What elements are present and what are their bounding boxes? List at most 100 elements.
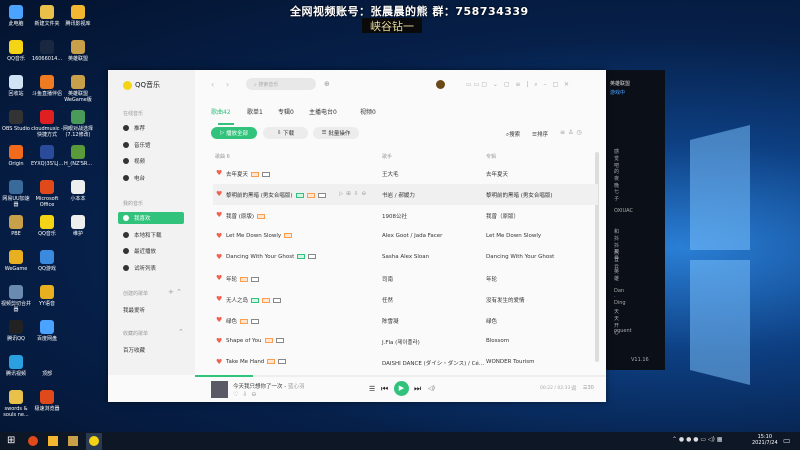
friend-item[interactable]: 感觉吧 (614, 148, 619, 169)
sort-button[interactable]: ☰排序 (532, 130, 548, 138)
desktop-icon[interactable]: swords & souls ne... (0, 390, 32, 418)
qq-music-taskbar-icon[interactable] (86, 433, 102, 450)
tray-icons[interactable]: ⌃ ● ● ● ▭ ◁) ▦ (672, 436, 722, 443)
desktop-icon[interactable]: 顶部 (31, 355, 63, 377)
mv-badge-icon[interactable] (251, 277, 260, 282)
sidebar-item[interactable]: 音乐馆 (118, 139, 184, 151)
friend-item[interactable]: 买号 (614, 248, 619, 262)
album-cell[interactable]: WONDER Tourism (486, 359, 534, 365)
desktop-icon[interactable]: H_(NZ'SR... (62, 145, 94, 167)
friend-item[interactable]: 七子 (614, 188, 619, 202)
singer-cell[interactable]: 书岩 / 郝媛力 (382, 191, 415, 199)
start-button[interactable]: ⊞ (7, 435, 15, 446)
desktop-icon[interactable]: 新建文件夹 (31, 5, 63, 27)
lyrics-button[interactable]: 词 (571, 385, 576, 392)
clock[interactable]: 15:10 2021/7/24 (752, 434, 778, 446)
desktop-icon[interactable]: 此电脑 (0, 5, 32, 27)
play-button[interactable]: ▶ (394, 381, 409, 396)
list-search-button[interactable]: ⌕搜索 (506, 130, 520, 139)
heart-icon[interactable]: ♥ (216, 253, 222, 261)
desktop-icon[interactable]: Origin (0, 145, 32, 167)
notification-icon[interactable]: ▭ (783, 436, 791, 445)
song-row[interactable]: ♥ Take Me Hand DAISHI DANCE (ダイシ・ダンス) / Cé… (213, 352, 598, 373)
singer-cell[interactable]: Alex Goot / Jada Facer (382, 233, 442, 239)
sidebar-item[interactable]: 电台 (118, 172, 184, 184)
desktop-icon[interactable]: 英雄联盟WeGame版 (62, 75, 94, 103)
desktop-icon[interactable]: 网眼对战选择(7.12修改) (62, 110, 94, 138)
heart-icon[interactable]: ♥ (216, 211, 222, 219)
friend-item[interactable]: OXIUAC (614, 208, 633, 214)
desktop-icon[interactable]: 网易UU加速器 (0, 180, 32, 208)
heart-icon[interactable]: ♥ (216, 295, 222, 303)
desktop-icon[interactable]: 百度网盘 (31, 320, 63, 342)
back-icon[interactable]: ‹ (211, 80, 214, 89)
desktop-icon[interactable]: QQ游戏 (31, 250, 63, 272)
singer-cell[interactable]: DAISHI DANCE (ダイシ・ダンス) / Cé... (382, 359, 484, 367)
desktop-icon[interactable]: 16066014... (31, 40, 63, 62)
song-row[interactable]: ♥ 年轮 司南 年轮 (213, 268, 598, 289)
mv-badge-icon[interactable] (317, 193, 326, 198)
friend-item[interactable]: Dan · Ding (614, 288, 626, 306)
album-cell[interactable]: 黎明前的黑暗 (男女合唱版) (486, 191, 553, 199)
prev-icon[interactable]: ⏮ (381, 384, 388, 394)
explorer-taskbar-icon[interactable] (48, 436, 58, 446)
like-download-comment-icons[interactable]: ♡⇩⊖ (233, 391, 260, 398)
heart-icon[interactable]: ♥ (216, 169, 222, 177)
song-row[interactable]: ♥ Shape of You J.Fla (제이플라) Blossom (213, 331, 598, 352)
mv-badge-icon[interactable] (273, 298, 282, 303)
desktop-icon[interactable]: OBS Studio (0, 110, 32, 132)
view-toggle-icons[interactable]: ≡♙◷ (560, 129, 585, 136)
progress-bar[interactable] (195, 375, 253, 377)
playlist-item[interactable]: 百万收藏 (123, 346, 145, 354)
download-button[interactable]: ⇩ 下载 (263, 127, 308, 139)
play-all-button[interactable]: ▷ 播放全部 (211, 127, 257, 139)
tab[interactable]: 歌曲42 (211, 107, 231, 116)
friend-item[interactable]: oquent (614, 328, 632, 334)
desktop-icon[interactable]: 腾讯影视库 (62, 5, 94, 27)
desktop-icon[interactable]: QQ音乐 (0, 40, 32, 62)
song-row[interactable]: ♥ 黎明前的黑暗 (男女合唱版) ▷⊞⇩⊖ 书岩 / 郝媛力 黎明前的黑暗 (男女合唱版… (213, 184, 598, 205)
game-taskbar-icon[interactable] (68, 436, 78, 446)
song-row[interactable]: ♥ Dancing With Your Ghost Sasha Alex Sloan… (213, 247, 598, 268)
heart-icon[interactable]: ♥ (216, 358, 222, 366)
desktop-icon[interactable]: 腾讯QQ (0, 320, 32, 342)
album-cell[interactable]: 没有发生的爱情 (486, 296, 525, 304)
desktop-icon[interactable]: 维护 (62, 215, 94, 237)
tab[interactable]: 歌单1 (247, 107, 263, 116)
album-cell[interactable]: Let Me Down Slowly (486, 233, 541, 239)
col-song[interactable]: 歌曲 6 (215, 153, 230, 160)
album-cell[interactable]: 年轮 (486, 275, 497, 283)
mv-badge-icon[interactable] (275, 338, 284, 343)
mv-badge-icon[interactable] (251, 319, 260, 324)
desktop-icon[interactable]: 斗鱼直播伴侣 (31, 75, 63, 97)
sidebar-item[interactable]: 我喜欢 (118, 212, 184, 224)
singer-cell[interactable]: 司南 (382, 275, 393, 283)
add-playlist-icon[interactable]: + ⌃ (168, 288, 182, 296)
album-cell[interactable]: Dancing With Your Ghost (486, 254, 554, 260)
next-icon[interactable]: ⏭ (414, 384, 421, 394)
song-row[interactable]: ♥ 绿色 陈雪凝 绿色 (213, 310, 598, 331)
batch-button[interactable]: ☰ 批量操作 (313, 127, 359, 139)
song-row[interactable]: ♥ 无人之岛 任然 没有发生的爱情 (213, 289, 598, 310)
avatar[interactable] (436, 80, 445, 89)
sidebar-item[interactable]: 试听列表 (118, 262, 184, 274)
desktop-icon[interactable]: cloudmusic - 快捷方式 (31, 110, 63, 138)
song-row[interactable]: ♥ Let Me Down Slowly Alex Goot / Jada Face… (213, 226, 598, 247)
singer-cell[interactable]: 任然 (382, 296, 393, 304)
queue-button[interactable]: ☰30 (583, 385, 594, 391)
row-action-icons[interactable]: ▷⊞⇩⊖ (339, 191, 369, 197)
friend-item[interactable]: 的夜晚 (614, 168, 619, 189)
desktop-icon[interactable]: QQ音乐 (31, 215, 63, 237)
album-cell[interactable]: Blossom (486, 338, 509, 344)
forward-icon[interactable]: › (226, 80, 229, 89)
mv-badge-icon[interactable] (262, 172, 271, 177)
singer-cell[interactable]: 1908公社 (382, 212, 407, 220)
title-bar-icons[interactable]: ▭▭▢ ⌄ ▢ ≡ | ⌕ – □ ✕ (466, 81, 571, 89)
heart-icon[interactable]: ♥ (216, 337, 222, 345)
singer-cell[interactable]: J.Fla (제이플라) (382, 338, 420, 346)
tab[interactable]: 主播电台0 (309, 107, 337, 116)
mv-badge-icon[interactable] (308, 254, 317, 259)
desktop-icon[interactable]: 英雄联盟 (62, 40, 94, 62)
desktop-icon[interactable]: 小本本 (62, 180, 94, 202)
album-cell[interactable]: 去年夏天 (486, 170, 508, 178)
